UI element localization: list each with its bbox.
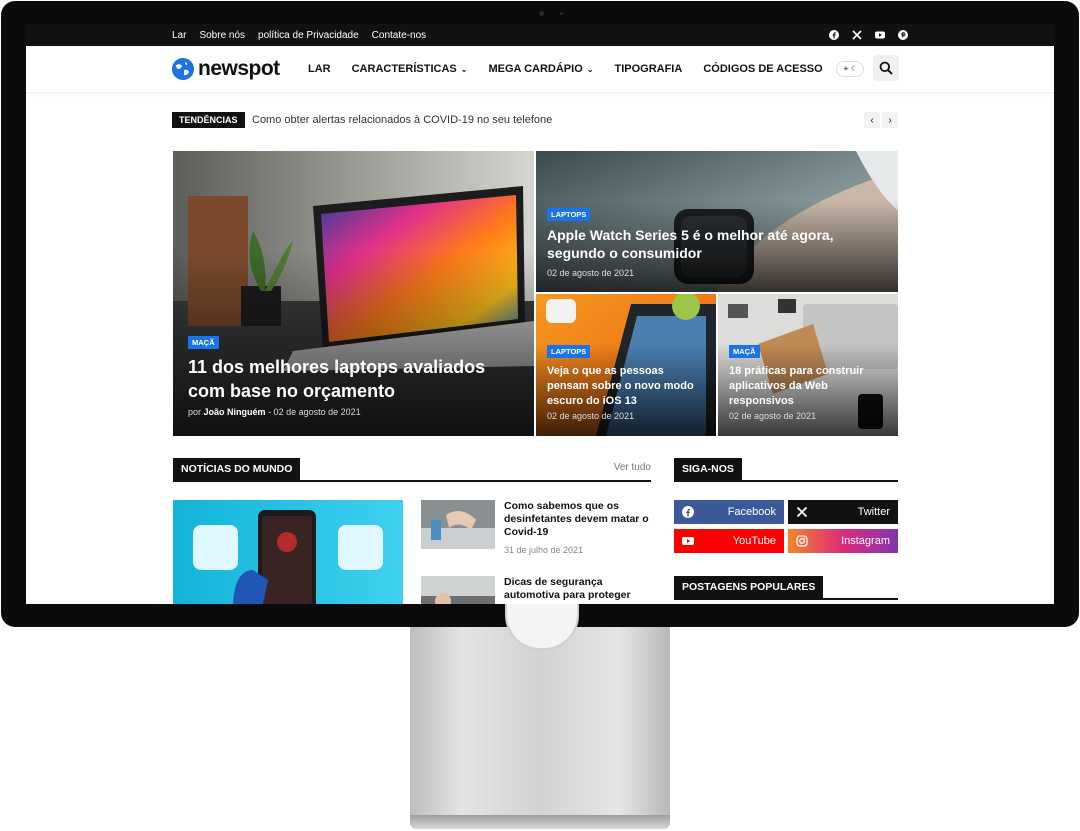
top-social-icons	[828, 24, 908, 46]
nav-label: MEGA CARDÁPIO	[488, 63, 583, 75]
trending-headline[interactable]: Como obter alertas relacionados à COVID-…	[252, 112, 552, 128]
hero-top-right-title[interactable]: Apple Watch Series 5 é o melhor até agor…	[547, 226, 867, 262]
hero-main-post[interactable]: MAÇÃ 11 dos melhores laptops avaliados c…	[173, 151, 534, 436]
facebook-icon[interactable]	[828, 30, 839, 41]
list-item[interactable]: Dicas de segurança automotiva para prote…	[421, 576, 652, 604]
monitor-sensor	[560, 12, 563, 15]
twitter-label: Twitter	[857, 506, 890, 518]
trending-prev-button[interactable]: ‹	[864, 112, 880, 128]
search-button[interactable]	[873, 55, 899, 81]
hero-top-right-post[interactable]: LAPTOPS Apple Watch Series 5 é o melhor …	[536, 151, 898, 292]
list-item[interactable]: Como sabemos que os desinfetantes devem …	[421, 500, 652, 555]
youtube-label: YouTube	[732, 535, 776, 547]
post-date: 02 de agosto de 2021	[547, 268, 635, 278]
hero-main-meta: por João Ninguém - 02 de agosto de 2021	[188, 407, 361, 417]
post-date: 02 de agosto de 2021	[729, 411, 817, 421]
facebook-follow-button[interactable]: Facebook	[674, 500, 784, 524]
nav-label: TIPOGRAFIA	[614, 63, 683, 75]
trending-next-button[interactable]: ›	[882, 112, 898, 128]
x-icon[interactable]	[851, 30, 862, 41]
post-date: - 02 de agosto de 2021	[268, 407, 361, 417]
hero-bottom-left-post[interactable]: LAPTOPS Veja o que as pessoas pensam sob…	[536, 294, 716, 436]
youtube-follow-button[interactable]: YouTube	[674, 529, 784, 553]
monitor-camera	[539, 11, 544, 16]
youtube-icon[interactable]	[874, 30, 885, 41]
world-news-label: NOTÍCIAS DO MUNDO	[173, 458, 301, 480]
site-logo[interactable]: newspot	[172, 56, 280, 82]
facebook-icon	[682, 506, 694, 518]
hero-bottom-right-post[interactable]: MAÇÃ 18 práticas para construir aplicati…	[718, 294, 898, 436]
chevron-down-icon: ⌄	[586, 64, 594, 74]
popular-posts-label: POSTAGENS POPULARES	[674, 576, 824, 598]
author-name[interactable]: João Ninguém	[204, 407, 266, 417]
nav-item-home[interactable]: LAR	[308, 63, 331, 75]
top-bar: Lar Sobre nós política de Privacidade Co…	[26, 24, 1054, 46]
nav-label: LAR	[308, 63, 331, 75]
author-prefix: por	[188, 407, 202, 417]
category-badge[interactable]: MAÇÃ	[188, 336, 219, 349]
category-badge[interactable]: LAPTOPS	[547, 345, 591, 358]
top-link-contact[interactable]: Contate-nos	[372, 30, 426, 41]
instagram-icon	[796, 535, 808, 547]
follow-us-header: SIGA-NOS	[674, 458, 898, 482]
monitor-stand-foot	[410, 815, 670, 829]
popular-posts-header: POSTAGENS POPULARES	[674, 576, 898, 600]
world-news-header: NOTÍCIAS DO MUNDO Ver tudo	[173, 458, 651, 482]
follow-us-label: SIGA-NOS	[674, 458, 742, 480]
top-links: Lar Sobre nós política de Privacidade Co…	[172, 24, 426, 46]
x-icon	[796, 506, 808, 518]
hero-bottom-right-title[interactable]: 18 práticas para construir aplicativos d…	[729, 364, 889, 409]
main-nav: LAR CARACTERÍSTICAS ⌄ MEGA CARDÁPIO ⌄ TIPO…	[308, 46, 823, 92]
chevron-down-icon: ⌄	[460, 64, 468, 74]
trending-tag: TENDÊNCIAS	[172, 112, 245, 128]
globe-icon	[172, 58, 194, 80]
nav-label: CÓDIGOS DE ACESSO	[703, 63, 823, 75]
category-badge[interactable]: MAÇÃ	[729, 345, 760, 358]
hero-bottom-left-title[interactable]: Veja o que as pessoas pensam sobre o nov…	[547, 364, 707, 409]
nav-item-mega-menu[interactable]: MEGA CARDÁPIO ⌄	[488, 63, 593, 75]
post-date: 31 de julho de 2021	[504, 545, 584, 555]
search-icon	[879, 61, 893, 75]
pinterest-icon[interactable]	[897, 30, 908, 41]
post-date: 02 de agosto de 2021	[547, 411, 635, 421]
nav-label: CARACTERÍSTICAS	[351, 63, 457, 75]
see-all-link[interactable]: Ver tudo	[614, 462, 651, 473]
hero-main-title[interactable]: 11 dos melhores laptops avaliados com ba…	[188, 355, 518, 403]
site-header: newspot LAR CARACTERÍSTICAS ⌄ MEGA CARDÁP…	[26, 46, 1054, 93]
post-title[interactable]: Como sabemos que os desinfetantes devem …	[504, 500, 652, 539]
instagram-label: Instagram	[841, 535, 890, 547]
monitor-stand	[410, 627, 670, 817]
category-badge[interactable]: LAPTOPS	[547, 208, 591, 221]
sanitizer-thumbnail	[421, 500, 495, 549]
logo-text: newspot	[198, 57, 280, 80]
car-safety-thumbnail	[421, 576, 495, 604]
world-news-featured-image[interactable]	[173, 500, 403, 604]
trending-arrows: ‹ ›	[864, 112, 898, 128]
nav-item-features[interactable]: CARACTERÍSTICAS ⌄	[352, 63, 468, 75]
dark-mode-toggle[interactable]: ☀ ☾	[836, 61, 864, 77]
facebook-label: Facebook	[727, 506, 776, 518]
twitter-follow-button[interactable]: Twitter	[788, 500, 898, 524]
nav-item-typography[interactable]: TIPOGRAFIA	[614, 63, 682, 75]
instagram-follow-button[interactable]: Instagram	[788, 529, 898, 553]
post-title[interactable]: Dicas de segurança automotiva para prote…	[504, 576, 652, 602]
website-screen: Lar Sobre nós política de Privacidade Co…	[26, 24, 1054, 604]
top-link-privacy[interactable]: política de Privacidade	[258, 30, 359, 41]
top-link-home[interactable]: Lar	[172, 30, 186, 41]
covid-phone-image	[173, 500, 403, 604]
top-link-about[interactable]: Sobre nós	[199, 30, 245, 41]
nav-item-shortcodes[interactable]: CÓDIGOS DE ACESSO	[703, 63, 822, 75]
youtube-icon	[682, 537, 694, 545]
